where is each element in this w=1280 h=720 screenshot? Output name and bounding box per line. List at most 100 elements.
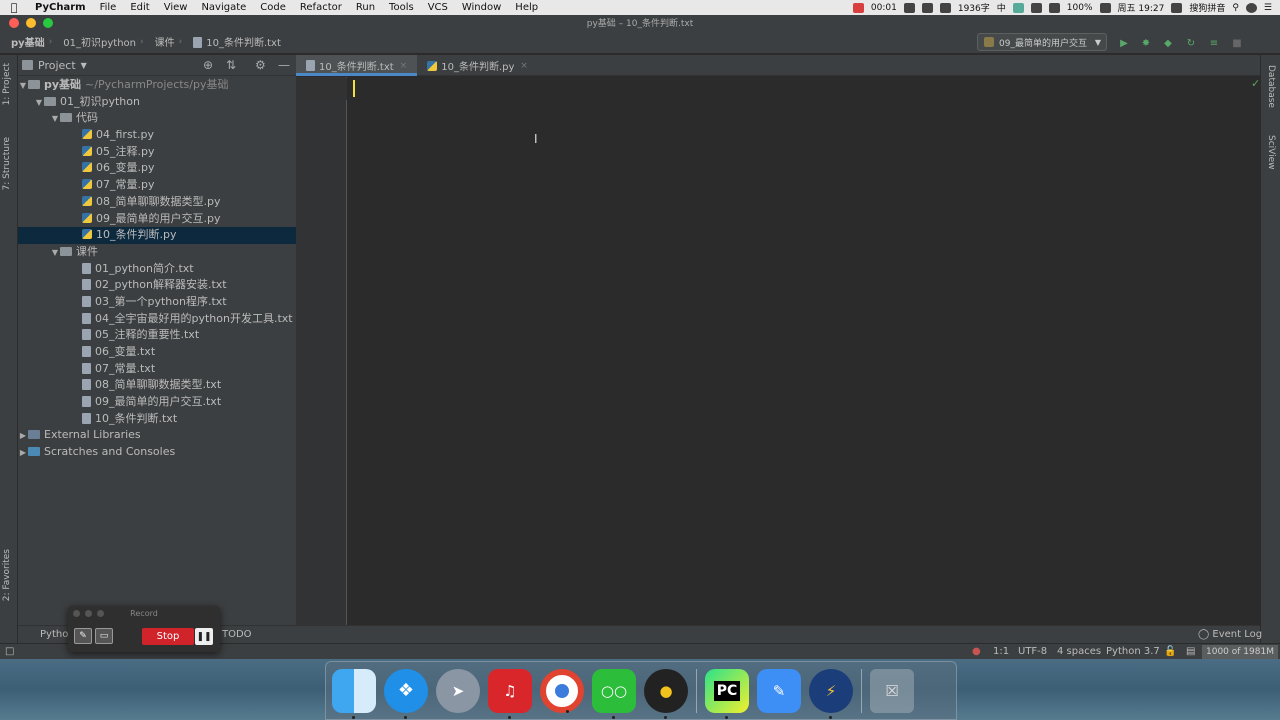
volume-icon[interactable] [1048,2,1060,13]
menu-file[interactable]: File [93,2,124,13]
locate-file-icon[interactable]: ⊕ [203,58,213,72]
chevron-down-icon[interactable]: ▼ [81,61,87,70]
wechat-icon[interactable]: ○○ [592,668,636,719]
expand-arrow-icon[interactable]: ▼ [50,111,60,128]
tree-file[interactable]: 07_常量.py [18,177,296,194]
inspection-ok-icon[interactable]: ✓ [1251,77,1260,90]
qq-icon[interactable]: ● [644,668,688,719]
tab-sciview[interactable]: SciView [1266,135,1276,170]
menu-refactor[interactable]: Refactor [293,2,349,13]
menu-view[interactable]: View [157,2,195,13]
gear-icon[interactable]: ⚙ [255,58,266,72]
tree-node-folder[interactable]: ▼ 代码 [18,110,296,127]
ime-icon[interactable] [1171,2,1183,13]
wifi-icon[interactable] [1030,2,1042,13]
tree-file[interactable]: 10_条件判断.txt [18,411,296,428]
shield-status-icon[interactable] [939,2,951,13]
collapsed-arrow-icon[interactable]: ▶ [18,428,28,445]
tree-file[interactable]: 09_最简单的用户交互.txt [18,394,296,411]
spotlight-icon[interactable]: ⚲ [1232,3,1239,13]
tree-node-external-libraries[interactable]: ▶ External Libraries [18,427,296,444]
tab-database[interactable]: Database [1266,65,1276,108]
close-tab-icon[interactable]: × [400,61,408,71]
menu-run[interactable]: Run [349,2,382,13]
pycharm-icon[interactable]: PC [705,668,749,719]
lock-icon[interactable]: 🔓 [1164,646,1176,657]
wechat-status-icon[interactable] [903,2,915,13]
hide-panel-icon[interactable]: — [278,58,290,72]
stop-record-button[interactable]: Stop [142,628,194,645]
pause-record-button[interactable]: ❚❚ [195,628,213,645]
menu-app-name[interactable]: PyCharm [28,2,93,13]
file-encoding[interactable]: UTF-8 [1018,646,1047,657]
tab-project[interactable]: 1: Project [2,63,12,105]
status-battery[interactable]: 100% [1067,3,1093,13]
zoom-window-button[interactable] [43,17,53,28]
expand-arrow-icon[interactable]: ▼ [50,245,60,262]
tree-file[interactable]: 01_python简介.txt [18,261,296,278]
launchpad-icon[interactable]: ➤ [436,668,480,713]
tab-structure[interactable]: 7: Structure [2,137,12,191]
breadcrumb-project[interactable]: py基础 [0,34,49,49]
editor-tab[interactable]: 10_条件判断.py × [417,55,538,76]
breadcrumb-file[interactable]: 10_条件判断.txt [182,34,285,49]
toggle-tool-windows-icon[interactable]: □ [5,646,14,657]
crop-icon[interactable]: ▭ [95,628,113,644]
memory-indicator[interactable]: 1000 of 1981M [1202,645,1278,659]
indent-setting[interactable]: 4 spaces [1057,646,1101,657]
tree-node-folder[interactable]: ▼ 课件 [18,244,296,261]
breadcrumb-folder[interactable]: 01_初识python [52,34,140,49]
tab-python-console[interactable]: Pytho [40,629,68,640]
expand-arrow-icon[interactable]: ▼ [18,78,28,95]
debug-icon[interactable]: ✸ [1140,37,1152,49]
code-editor[interactable]: I [296,77,1260,625]
editor-tab-active[interactable]: 10_条件判断.txt × [296,55,418,76]
tree-file[interactable]: 07_常量.txt [18,361,296,378]
close-tab-icon[interactable]: × [520,61,528,71]
tree-file[interactable]: 08_简单聊聊数据类型.txt [18,377,296,394]
expand-arrow-icon[interactable]: ▼ [34,95,44,112]
event-log-button[interactable]: ◯ Event Log [1198,629,1262,640]
stop-icon[interactable]: ■ [1231,37,1243,49]
profile-icon[interactable]: ↻ [1185,37,1197,49]
cpu-status-icon[interactable] [1012,2,1024,13]
run-concurrency-icon[interactable]: ≡ [1208,37,1220,49]
status-clock[interactable]: 周五 19:27 [1118,1,1165,14]
finder-icon[interactable] [332,668,376,719]
bolt-status-icon[interactable] [921,2,933,13]
editor-gutter[interactable] [296,77,347,625]
menu-code[interactable]: Code [253,2,293,13]
recording-icon[interactable] [852,2,864,13]
collapse-all-icon[interactable]: ⇅ [226,58,236,72]
status-ime[interactable]: 搜狗拼音 [1189,1,1225,14]
apple-icon[interactable]:  [0,1,28,14]
status-input-lang[interactable]: 中 [997,1,1006,14]
close-window-button[interactable] [9,17,19,28]
menu-window[interactable]: Window [455,2,508,13]
minimize-window-button[interactable] [26,17,36,28]
run-config-select[interactable]: 09_最简单的用户交互 ▼ [977,33,1107,51]
tree-file[interactable]: 09_最简单的用户交互.py [18,211,296,228]
inspector-icon[interactable]: ▤ [1186,646,1195,657]
tree-file[interactable]: 06_变量.txt [18,344,296,361]
error-indicator-icon[interactable]: ● [972,646,981,657]
tree-file[interactable]: 05_注释.py [18,144,296,161]
pen-icon[interactable]: ✎ [74,628,92,644]
notification-center-icon[interactable]: ☰ [1264,3,1272,13]
sparkle-icon[interactable]: ⚡ [809,668,853,719]
coverage-icon[interactable]: ◆ [1162,37,1174,49]
menu-vcs[interactable]: VCS [421,2,455,13]
tree-file[interactable]: 06_变量.py [18,160,296,177]
project-view-select[interactable]: Project [38,59,76,72]
python-interpreter[interactable]: Python 3.7 [1106,646,1160,657]
caret-position[interactable]: 1:1 [993,646,1009,657]
tab-todo[interactable]: TODO [222,629,252,640]
menu-tools[interactable]: Tools [382,2,421,13]
menu-navigate[interactable]: Navigate [194,2,253,13]
siri-icon[interactable] [1245,2,1257,13]
tree-file[interactable]: 03_第一个python程序.txt [18,294,296,311]
tree-file[interactable]: 04_first.py [18,127,296,144]
tree-file[interactable]: 02_python解释器安装.txt [18,277,296,294]
collapsed-arrow-icon[interactable]: ▶ [18,445,28,462]
tree-node-root[interactable]: ▼ py基础 ~/PycharmProjects/py基础 [18,77,296,94]
